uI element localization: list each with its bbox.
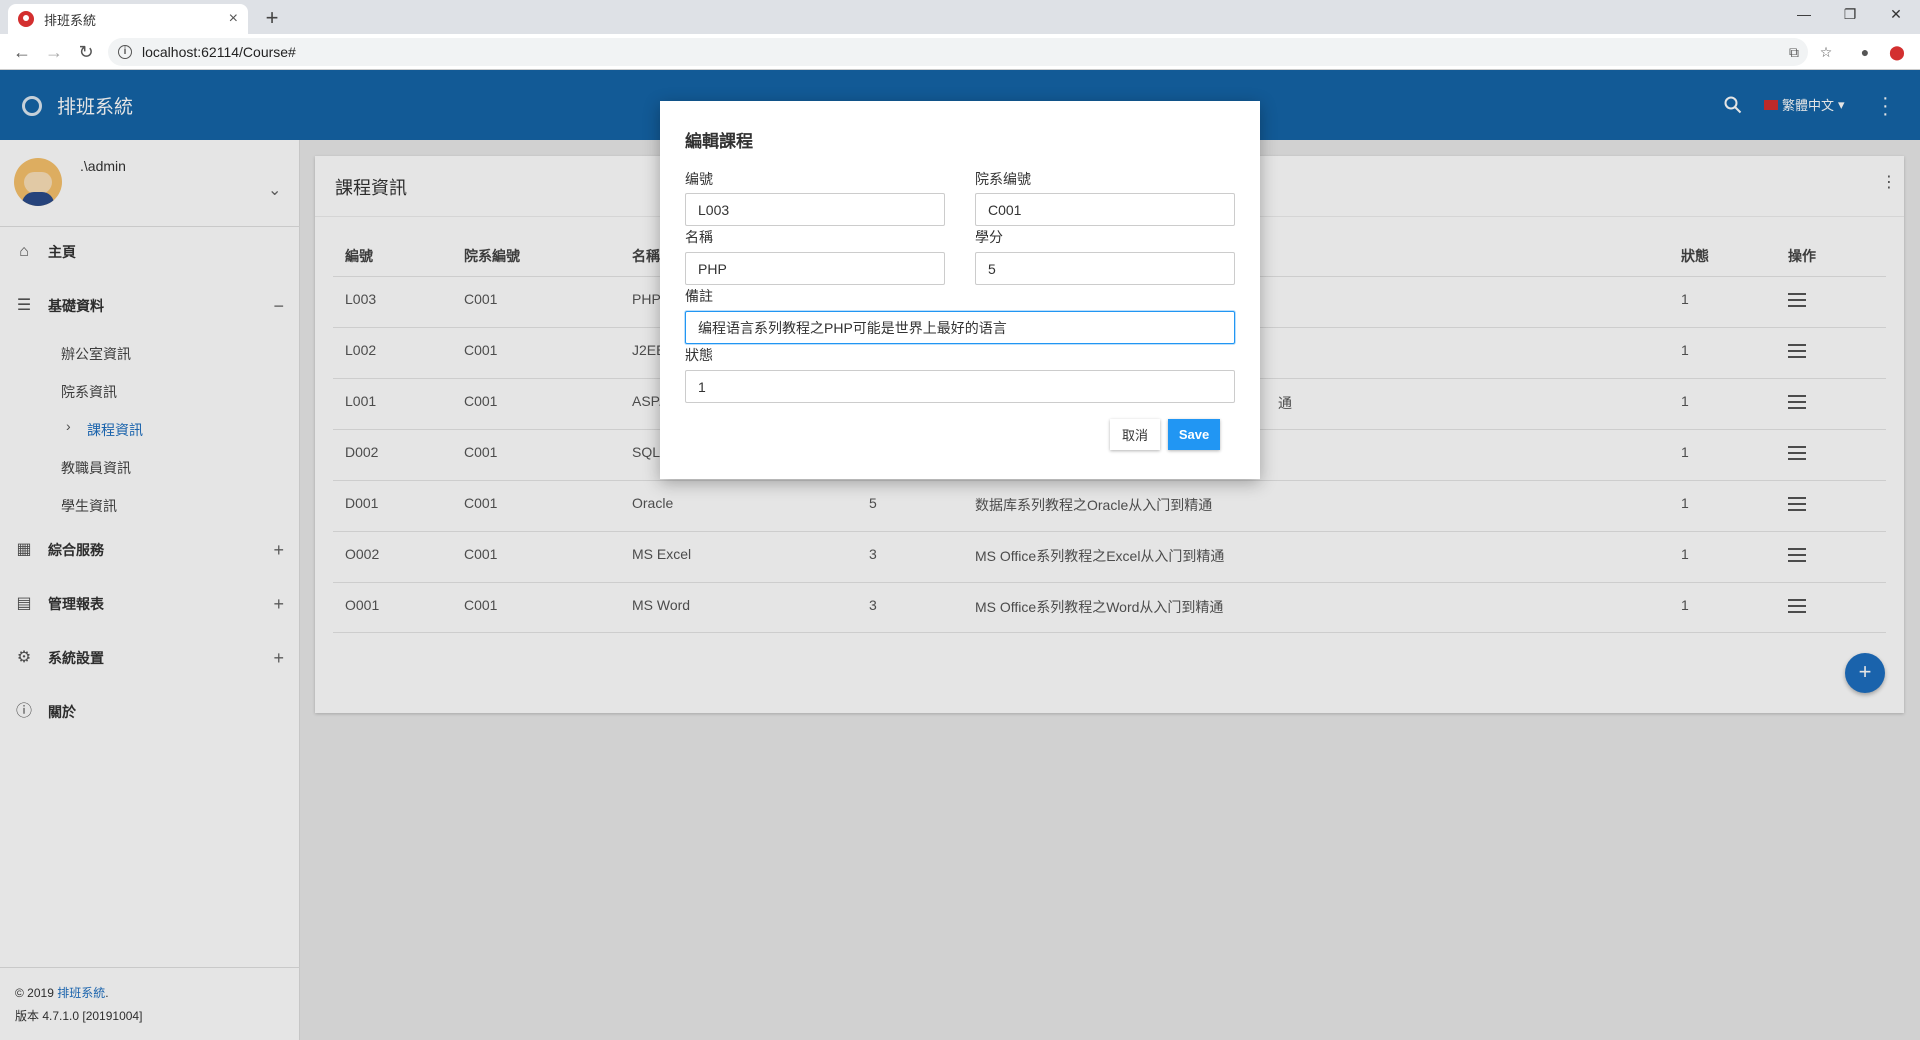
- browser-tab[interactable]: 排班系統 ×: [8, 4, 248, 34]
- url-text: localhost:62114/Course#: [142, 44, 296, 60]
- name-field[interactable]: [685, 252, 945, 285]
- id-label: 编號: [685, 171, 713, 187]
- credit-label: 學分: [975, 229, 1003, 245]
- name-label: 名稱: [685, 229, 713, 245]
- close-window-button[interactable]: ✕: [1874, 0, 1918, 30]
- cancel-button[interactable]: 取消: [1110, 419, 1160, 450]
- tab-title: 排班系統: [44, 12, 97, 28]
- info-icon[interactable]: i: [118, 45, 132, 59]
- bookmark-star-icon[interactable]: ☆: [1816, 42, 1836, 62]
- dialog-title: 編輯課程: [685, 132, 753, 151]
- status-label: 狀態: [685, 347, 713, 363]
- back-icon[interactable]: ←: [8, 38, 36, 66]
- status-field[interactable]: [685, 370, 1235, 403]
- new-tab-button[interactable]: +: [258, 5, 286, 33]
- forward-icon[interactable]: →: [40, 38, 68, 66]
- credit-field[interactable]: [975, 252, 1235, 285]
- id-field[interactable]: [685, 193, 945, 226]
- dept-field[interactable]: [975, 193, 1235, 226]
- extension-icon[interactable]: ⬤: [1887, 42, 1907, 62]
- save-button[interactable]: Save: [1168, 419, 1220, 450]
- restore-button[interactable]: ❐: [1828, 0, 1872, 30]
- url-field[interactable]: i localhost:62114/Course#: [108, 38, 1808, 66]
- edit-course-dialog: 編輯課程 编號 院系编號 名稱 學分 備註 狀態 取消 Save: [660, 101, 1260, 479]
- app-favicon-icon: [18, 11, 34, 27]
- dept-label: 院系编號: [975, 171, 1031, 187]
- browser-tab-bar: 排班系統 × + — ❐ ✕: [0, 0, 1920, 34]
- translate-icon[interactable]: ⧉: [1784, 42, 1804, 62]
- address-bar: ← → ↻ i localhost:62114/Course# ⧉ ☆ ● ⬤: [0, 34, 1920, 70]
- note-field[interactable]: [685, 311, 1235, 344]
- profile-icon[interactable]: ●: [1855, 42, 1875, 62]
- note-label: 備註: [685, 288, 713, 304]
- minimize-button[interactable]: —: [1782, 0, 1826, 30]
- tab-close-icon[interactable]: ×: [229, 10, 238, 28]
- reload-icon[interactable]: ↻: [72, 38, 100, 66]
